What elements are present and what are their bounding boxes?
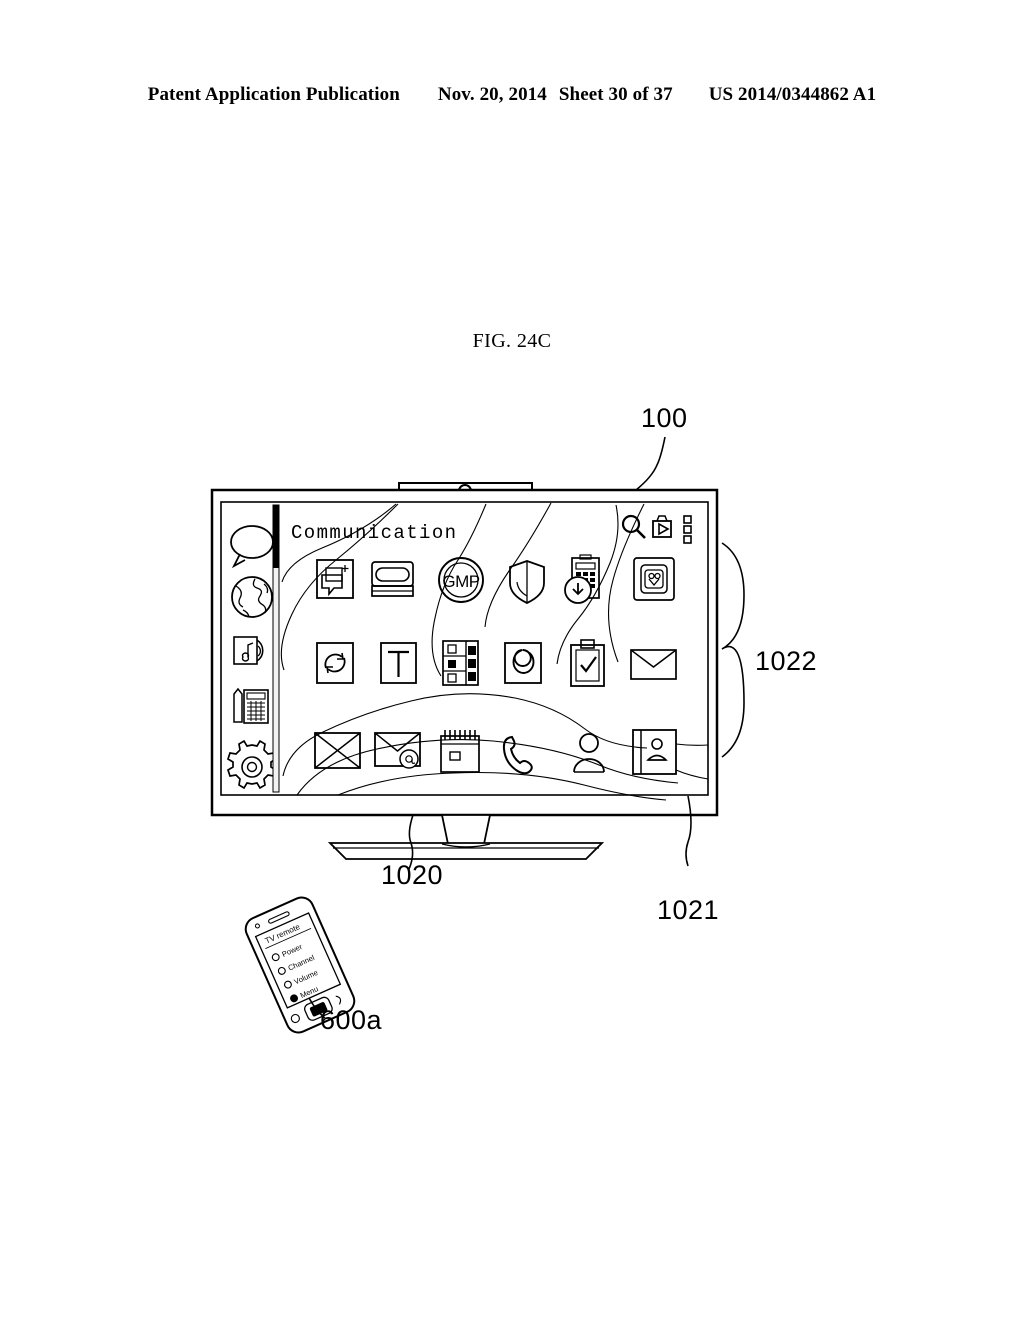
patent-page: Patent Application Publication Nov. 20, …: [0, 0, 1024, 1320]
svg-text:GMP: GMP: [442, 572, 479, 591]
leader-1022: 1022: [721, 542, 817, 758]
screen-title: Communication: [291, 522, 457, 544]
ref-num-600a: 600a: [320, 1005, 383, 1035]
ref-num-1022: 1022: [755, 646, 817, 676]
ref-num-1020: 1020: [381, 860, 443, 890]
tv-stand: [327, 814, 605, 860]
ref-num-100: 100: [641, 403, 688, 433]
ref-num-1021: 1021: [657, 895, 719, 925]
leader-100: 100: [635, 403, 688, 491]
figure-drawing: Communication GMP 100 1022 1020 1021 TV …: [210, 403, 817, 1037]
tv-screen: [220, 501, 709, 796]
mobile-device[interactable]: TV remote Power Channel Volume Menu 600a: [242, 894, 383, 1037]
scrollbar-thumb[interactable]: [273, 505, 279, 568]
tv-scrollbar[interactable]: [272, 504, 280, 793]
